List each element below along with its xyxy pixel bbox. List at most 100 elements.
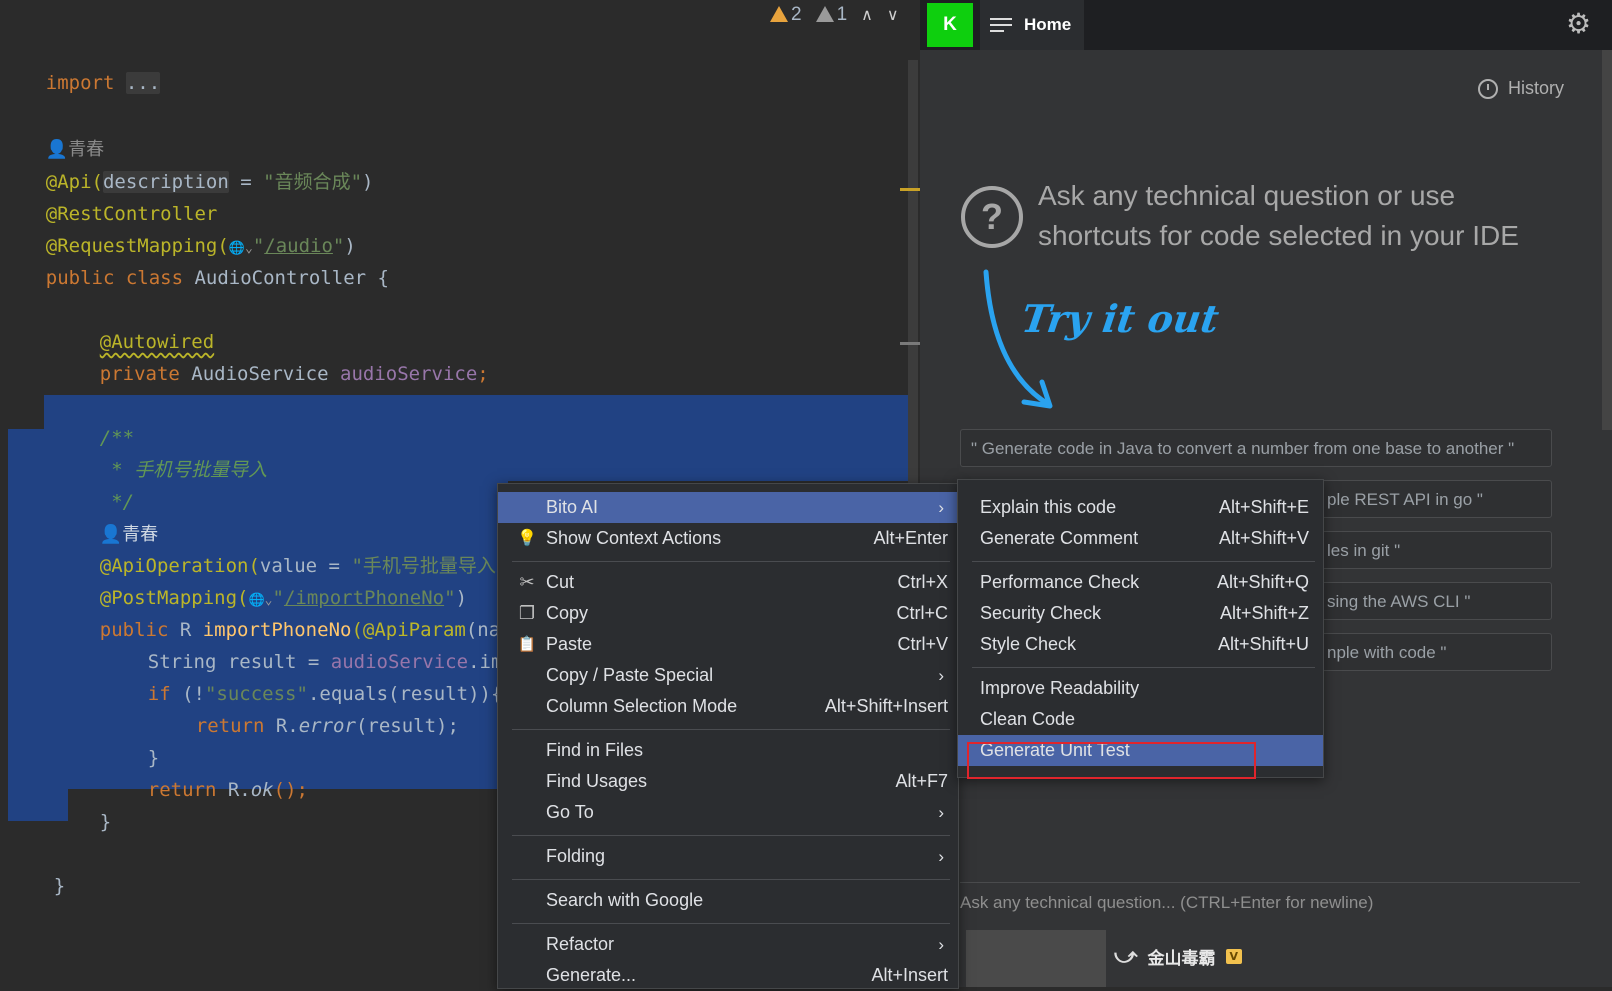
code-line-autowired[interactable]: @Autowired xyxy=(54,294,214,353)
tab-home[interactable]: Home xyxy=(980,0,1084,50)
antivirus-logo-icon: ⤻ xyxy=(1114,944,1138,969)
code-line-request-mapping[interactable]: @RequestMapping(🌐⌄"/audio") xyxy=(0,198,356,257)
menu-item-explain-code[interactable]: Explain this code Alt+Shift+E xyxy=(958,492,1323,523)
code-line-return-error[interactable]: return R.error(result); xyxy=(150,678,459,737)
code-line-rest-controller[interactable]: @RestController xyxy=(0,166,218,225)
code-line-api-operation[interactable]: @ApiOperation(value = "手机号批量导入", xyxy=(54,518,519,577)
menu-item-shortcut: Alt+Enter xyxy=(873,528,948,548)
menu-item-copy[interactable]: ❐ Copy Ctrl+C xyxy=(498,598,958,629)
menu-item-improve-readability[interactable]: Improve Readability xyxy=(958,673,1323,704)
menu-item-label: Improve Readability xyxy=(980,678,1140,698)
menu-item-performance-check[interactable]: Performance Check Alt+Shift+Q xyxy=(958,567,1323,598)
history-button[interactable]: History xyxy=(1478,78,1564,99)
inspection-widget[interactable]: 2 1 ∧ ∨ xyxy=(770,0,899,30)
menu-item-style-check[interactable]: Style Check Alt+Shift+U xyxy=(958,629,1323,660)
code-line-if[interactable]: if (!"success".equals(result)){ xyxy=(102,646,503,705)
menu-separator xyxy=(512,729,950,730)
code-line-api[interactable]: @Api(description = "音频合成") xyxy=(0,134,373,193)
code-line-close-class[interactable]: } xyxy=(8,838,65,897)
menu-item-search-google[interactable]: Search with Google xyxy=(498,885,958,916)
menu-icon xyxy=(990,18,1012,32)
menu-item-find-usages[interactable]: Find Usages Alt+F7 xyxy=(498,766,958,797)
menu-item-generate-comment[interactable]: Generate Comment Alt+Shift+V xyxy=(958,523,1323,554)
menu-item-shortcut: Ctrl+V xyxy=(897,634,948,654)
statement: (result); xyxy=(355,715,459,737)
antivirus-tray-item[interactable]: ⤻ 金山毒霸 V xyxy=(1114,944,1243,969)
type-name: AudioService xyxy=(191,363,340,385)
menu-item-generate[interactable]: Generate... Alt+Insert xyxy=(498,960,958,991)
menu-separator xyxy=(512,879,950,880)
code-line-author: 👤青春 xyxy=(0,101,104,160)
menu-item-label: Style Check xyxy=(980,634,1077,654)
menu-item-paste[interactable]: 📋 Paste Ctrl+V xyxy=(498,629,958,660)
string-literal: "音频合成" xyxy=(263,171,363,193)
code-line-close-if[interactable]: } xyxy=(102,710,159,769)
menu-item-copy-paste-special[interactable]: Copy / Paste Special › xyxy=(498,660,958,691)
menu-item-shortcut: Alt+Shift+V xyxy=(1218,528,1309,548)
curved-arrow-icon xyxy=(983,269,1053,409)
menu-item-label: Copy / Paste Special xyxy=(546,665,714,685)
user-avatar[interactable]: K xyxy=(927,3,973,47)
menu-item-shortcut: Alt+Insert xyxy=(871,965,948,985)
warning-marker[interactable] xyxy=(900,188,920,191)
menu-item-find-in-files[interactable]: Find in Files xyxy=(498,735,958,766)
info-marker[interactable] xyxy=(900,342,920,345)
menu-item-shortcut: Alt+F7 xyxy=(895,771,948,791)
menu-item-go-to[interactable]: Go To › xyxy=(498,797,958,828)
menu-item-label: Security Check xyxy=(980,603,1102,623)
question-input[interactable]: Ask any technical question... (CTRL+Ente… xyxy=(960,882,1580,933)
menu-separator xyxy=(972,561,1315,562)
suggestion-item[interactable]: " Generate code in Java to convert a num… xyxy=(960,429,1552,467)
next-highlight-button[interactable]: ∨ xyxy=(887,5,899,25)
menu-separator xyxy=(512,561,950,562)
statement: (); xyxy=(273,779,308,801)
weak-warning-count[interactable]: 1 xyxy=(815,4,847,26)
method-call: error xyxy=(298,715,356,737)
keyword: return xyxy=(195,715,276,737)
paren: ) xyxy=(362,171,374,193)
menu-item-show-context-actions[interactable]: 💡 Show Context Actions Alt+Enter xyxy=(498,523,958,554)
code-line-import[interactable]: import ... xyxy=(0,35,161,94)
code-line-post-mapping[interactable]: @PostMapping(🌐⌄"/importPhoneNo") xyxy=(54,550,467,609)
menu-item-label: Paste xyxy=(546,634,593,654)
code-line-string-result[interactable]: String result = audioService.impo xyxy=(102,614,526,673)
scissors-icon: ✂ xyxy=(519,572,535,592)
code-line-doc-close[interactable]: */ xyxy=(54,454,134,513)
code-line-method-decl[interactable]: public R importPhoneNo(@ApiParam(name xyxy=(54,582,523,641)
keyword: return xyxy=(147,779,228,801)
history-label: History xyxy=(1508,78,1565,98)
folded-imports[interactable]: ... xyxy=(125,72,161,94)
menu-item-label: Generate... xyxy=(546,965,637,985)
menu-item-label: Copy xyxy=(546,603,589,623)
panel-scrollbar[interactable] xyxy=(1602,50,1612,430)
menu-item-label: Column Selection Mode xyxy=(546,696,738,716)
code-line-field[interactable]: private AudioService audioService; xyxy=(54,326,489,385)
code-line-doc-open[interactable]: /** xyxy=(54,390,134,449)
weak-warning-icon xyxy=(815,6,834,22)
chevron-right-icon: › xyxy=(938,803,944,822)
gear-icon[interactable]: ⚙ xyxy=(1566,10,1591,38)
code-line-close-method[interactable]: } xyxy=(54,774,111,833)
menu-item-folding[interactable]: Folding › xyxy=(498,841,958,872)
taskbar-area xyxy=(966,930,1106,987)
menu-item-bito-ai[interactable]: Bito AI › xyxy=(498,492,958,523)
chevron-right-icon: › xyxy=(938,666,944,685)
help-icon: ? xyxy=(961,186,1023,248)
vip-badge: V xyxy=(1225,949,1243,964)
menu-item-cut[interactable]: ✂ Cut Ctrl+X xyxy=(498,567,958,598)
menu-item-clean-code[interactable]: Clean Code xyxy=(958,704,1323,735)
code-line-return-ok[interactable]: return R.ok(); xyxy=(102,742,308,801)
menu-item-column-selection[interactable]: Column Selection Mode Alt+Shift+Insert xyxy=(498,691,958,722)
code-line-class-decl[interactable]: public class AudioController { xyxy=(0,230,389,289)
warning-count[interactable]: 2 xyxy=(770,4,802,26)
menu-item-label: Folding xyxy=(546,846,606,866)
menu-item-refactor[interactable]: Refactor › xyxy=(498,929,958,960)
menu-item-security-check[interactable]: Security Check Alt+Shift+Z xyxy=(958,598,1323,629)
chevron-right-icon: › xyxy=(938,498,944,517)
operator: = xyxy=(228,171,264,193)
menu-item-shortcut: Ctrl+C xyxy=(896,603,948,623)
menu-item-shortcut: Alt+Shift+Z xyxy=(1219,603,1309,623)
code-line-doc-text[interactable]: * 手机号批量导入 xyxy=(54,422,267,481)
menu-item-label: Performance Check xyxy=(980,572,1140,592)
previous-highlight-button[interactable]: ∧ xyxy=(861,5,873,25)
